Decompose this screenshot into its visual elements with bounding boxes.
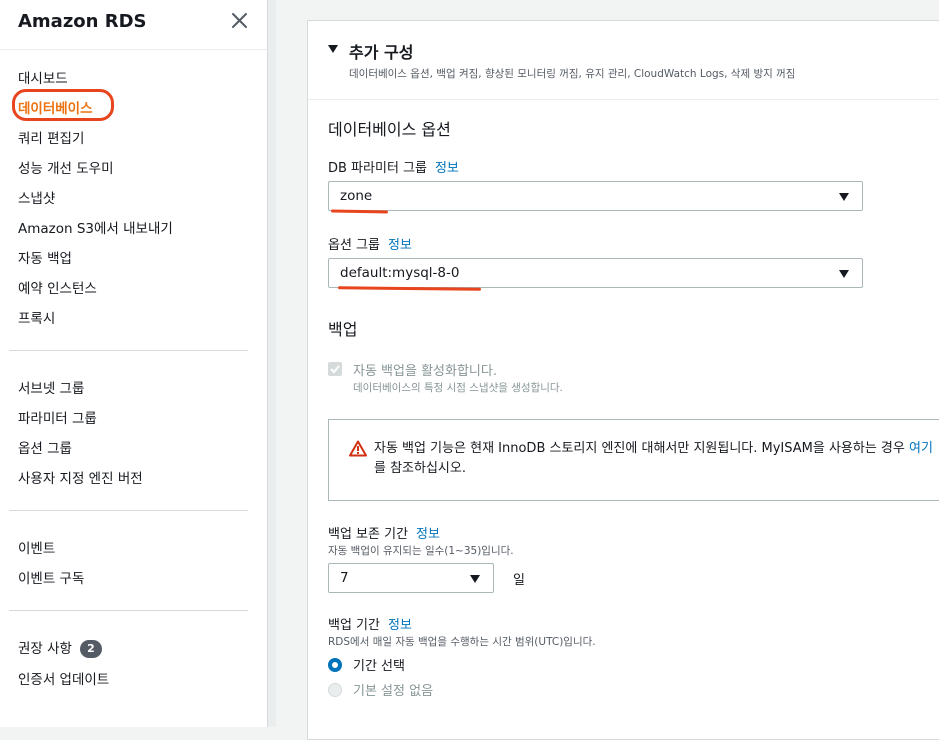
- radio-label: 기본 설정 없음: [353, 684, 434, 699]
- warning-icon: [349, 440, 367, 461]
- caret-down-icon: [839, 270, 849, 278]
- alert-link[interactable]: 여기: [909, 441, 933, 456]
- retention-label: 백업 보존 기간 정보: [328, 523, 440, 542]
- sidebar-item-certificate-update[interactable]: 인증서 업데이트: [18, 668, 109, 688]
- additional-config-panel: 추가 구성 데이터베이스 옵션, 백업 켜짐, 향상된 모니터링 꺼짐, 유지 …: [307, 20, 939, 740]
- sidebar-separator: [9, 510, 248, 511]
- panel-divider: [308, 99, 939, 100]
- sidebar-item-subnet-groups[interactable]: 서브넷 그룹: [18, 377, 84, 397]
- retention-label-text: 백업 보존 기간: [328, 527, 409, 542]
- param-group-select[interactable]: zone: [328, 181, 863, 211]
- info-link[interactable]: 정보: [435, 161, 459, 176]
- info-link[interactable]: 정보: [388, 238, 412, 253]
- sidebar-item-event-subscriptions[interactable]: 이벤트 구독: [18, 567, 84, 587]
- caret-down-icon: [839, 193, 849, 201]
- sidebar-item-recommendations[interactable]: 권장 사항 2: [18, 637, 102, 658]
- radio-select-window[interactable]: [328, 658, 342, 672]
- sidebar: Amazon RDS 대시보드 데이터베이스 쿼리 편집기 성능 개선 도우미 …: [0, 0, 268, 727]
- param-group-label: DB 파라미터 그룹 정보: [328, 157, 459, 176]
- sidebar-item-reserved-instances[interactable]: 예약 인스턴스: [18, 277, 97, 297]
- sidebar-separator: [9, 610, 248, 611]
- count-badge: 2: [79, 640, 102, 658]
- sidebar-item-snapshots[interactable]: 스냅샷: [18, 187, 55, 207]
- close-icon[interactable]: [229, 10, 251, 32]
- sidebar-item-dashboard[interactable]: 대시보드: [18, 67, 68, 87]
- auto-backup-label: 자동 백업을 활성화합니다.: [353, 364, 497, 379]
- sidebar-item-events[interactable]: 이벤트: [18, 537, 55, 557]
- sidebar-item-label: 권장 사항: [18, 641, 72, 657]
- panel-description: 데이터베이스 옵션, 백업 켜짐, 향상된 모니터링 꺼짐, 유지 관리, Cl…: [349, 68, 796, 80]
- backup-window-hint: RDS에서 매일 자동 백업을 수행하는 시간 범위(UTC)입니다.: [328, 636, 596, 648]
- sidebar-item-automated-backups[interactable]: 자동 백업: [18, 247, 72, 267]
- sidebar-item-performance-insights[interactable]: 성능 개선 도우미: [18, 157, 114, 177]
- sidebar-item-parameter-groups[interactable]: 파라미터 그룹: [18, 407, 97, 427]
- sidebar-item-custom-engine-versions[interactable]: 사용자 지정 엔진 버전: [18, 467, 143, 487]
- sidebar-divider: [0, 49, 267, 50]
- info-link[interactable]: 정보: [416, 527, 440, 542]
- select-value: default:mysql-8-0: [340, 265, 460, 281]
- radio-label: 기간 선택: [353, 659, 405, 674]
- param-group-label-text: DB 파라미터 그룹: [328, 161, 427, 176]
- option-group-label: 옵션 그룹 정보: [328, 234, 412, 253]
- sidebar-item-s3-exports[interactable]: Amazon S3에서 내보내기: [18, 217, 173, 237]
- select-value: zone: [340, 188, 373, 204]
- radio-no-preference[interactable]: [328, 683, 342, 697]
- select-value: 7: [340, 570, 349, 586]
- backup-window-label-text: 백업 기간: [328, 618, 380, 633]
- alert-message: 자동 백업 기능은 현재 InnoDB 스토리지 엔진에 대해서만 지원됩니다.…: [374, 439, 939, 479]
- db-options-title: 데이터베이스 옵션: [328, 120, 451, 139]
- alert-text: 자동 백업 기능은 현재 InnoDB 스토리지 엔진에 대해서만 지원됩니다.…: [374, 441, 909, 456]
- sidebar-separator: [9, 350, 248, 351]
- content-gutter: [268, 0, 276, 727]
- retention-select[interactable]: 7: [328, 563, 494, 593]
- sidebar-item-databases[interactable]: 데이터베이스: [18, 97, 93, 117]
- sidebar-item-proxies[interactable]: 프록시: [18, 307, 55, 327]
- sidebar-title: Amazon RDS: [18, 11, 147, 32]
- sidebar-item-query-editor[interactable]: 쿼리 편집기: [18, 127, 84, 147]
- panel-title[interactable]: 추가 구성: [349, 39, 413, 63]
- option-group-select[interactable]: default:mysql-8-0: [328, 258, 863, 288]
- auto-backup-hint: 데이터베이스의 특정 시점 스냅샷을 생성합니다.: [353, 382, 563, 394]
- caret-down-icon: [470, 575, 480, 583]
- info-link[interactable]: 정보: [388, 618, 412, 633]
- alert-text-end: 를 참조하십시오.: [374, 461, 466, 476]
- retention-unit: 일: [513, 573, 525, 588]
- warning-alert: 자동 백업 기능은 현재 InnoDB 스토리지 엔진에 대해서만 지원됩니다.…: [328, 419, 939, 501]
- option-group-label-text: 옵션 그룹: [328, 238, 380, 253]
- backup-window-label: 백업 기간 정보: [328, 614, 412, 633]
- sidebar-item-option-groups[interactable]: 옵션 그룹: [18, 437, 72, 457]
- retention-hint: 자동 백업이 유지되는 일수(1~35)입니다.: [328, 545, 514, 557]
- auto-backup-checkbox[interactable]: [328, 362, 342, 376]
- collapse-triangle-icon[interactable]: [328, 45, 338, 53]
- backup-title: 백업: [328, 320, 358, 339]
